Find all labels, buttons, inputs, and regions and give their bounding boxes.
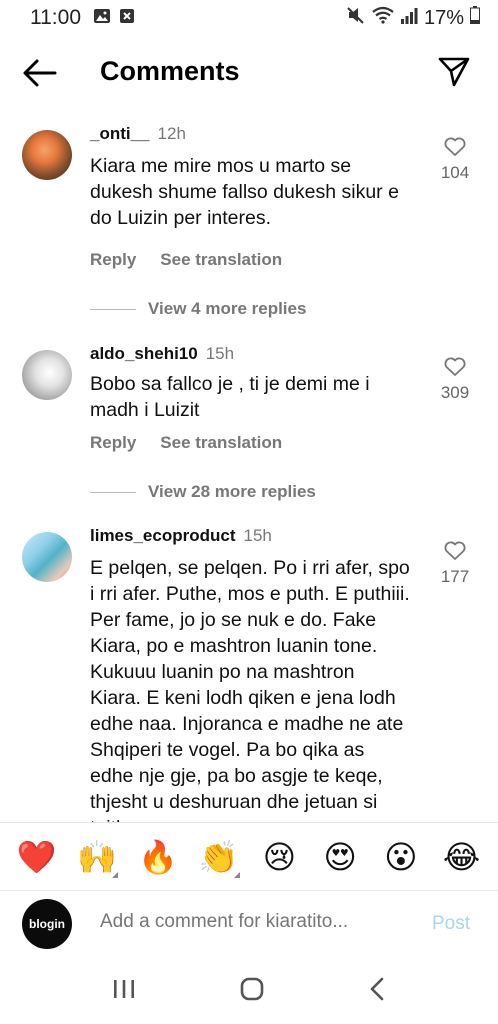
see-translation-button[interactable]: See translation <box>160 250 282 270</box>
system-nav-bar <box>0 958 498 1024</box>
skin-tone-indicator <box>112 871 119 878</box>
heart-icon <box>444 357 466 376</box>
avatar[interactable] <box>22 350 72 400</box>
emoji-laughing[interactable]: 😂 <box>439 838 485 876</box>
comment-item: limes_ecoproduct 15h E pelqen, se pelqen.… <box>0 522 498 822</box>
view-more-replies-button[interactable]: View 28 more replies <box>90 482 316 502</box>
heart-icon <box>444 137 466 156</box>
emoji-raised-hands[interactable]: 🙌 <box>74 838 120 878</box>
comment-input[interactable] <box>100 911 390 933</box>
notification-blocked-icon <box>119 6 135 30</box>
battery-level: 17% <box>423 6 464 29</box>
comment-text: E pelqen, se pelqen. Po i rri afer, spo … <box>90 557 410 822</box>
avatar[interactable] <box>22 130 72 180</box>
comment-actions: Reply See translation <box>90 433 282 453</box>
mute-icon <box>346 6 366 30</box>
comment-time: 15h <box>205 344 235 363</box>
status-time: 11:00 <box>30 6 81 29</box>
comment-actions: Reply See translation <box>90 250 282 270</box>
share-send-icon[interactable] <box>437 54 473 90</box>
like-count: 309 <box>440 383 470 402</box>
recent-apps-icon[interactable] <box>112 978 136 1005</box>
header: Comments <box>0 44 498 102</box>
comment-username[interactable]: aldo_shehi10 15h <box>90 344 234 364</box>
see-translation-button[interactable]: See translation <box>160 433 282 453</box>
comment-username[interactable]: _onti__ 12h <box>90 124 186 144</box>
emoji-heart[interactable]: ❤️ <box>13 838 59 876</box>
home-icon[interactable] <box>239 976 265 1007</box>
emoji-heart-eyes[interactable]: 😍 <box>317 838 363 876</box>
page-title: Comments <box>100 56 240 86</box>
like-control[interactable]: 309 <box>434 357 476 403</box>
view-more-replies-button[interactable]: View 4 more replies <box>90 299 306 319</box>
comment-time: 12h <box>157 124 186 143</box>
reply-button[interactable]: Reply <box>90 433 136 453</box>
comment-item: _onti__ 12h Kiara me mire mos u marto se … <box>0 120 498 330</box>
my-avatar: blogin <box>22 899 72 949</box>
gallery-icon <box>93 6 111 30</box>
like-control[interactable]: 177 <box>434 541 476 587</box>
status-right: 17% <box>346 6 480 30</box>
comment-composer: blogin Post <box>0 890 498 958</box>
battery-icon <box>470 6 480 30</box>
comment-item: aldo_shehi10 15h Bobo sa fallco je , ti j… <box>0 340 498 510</box>
comment-text: Bobo sa fallco je , ti je demi me i madh… <box>90 373 370 421</box>
emoji-crying[interactable]: 😢 <box>256 838 302 876</box>
emoji-fire[interactable]: 🔥 <box>135 838 181 876</box>
signal-icon <box>400 7 418 30</box>
like-count: 177 <box>440 567 470 586</box>
like-control[interactable]: 104 <box>434 137 476 183</box>
emoji-clapping[interactable]: 👏 <box>196 838 242 878</box>
emoji-quick-bar: ❤️ 🙌 🔥 👏 😢 😍 😮 😂 <box>0 822 498 890</box>
back-arrow-icon[interactable] <box>22 57 58 89</box>
like-count: 104 <box>440 163 470 182</box>
divider <box>90 308 136 310</box>
status-bar: 11:00 17% <box>0 0 498 36</box>
heart-icon <box>444 541 466 560</box>
back-nav-icon[interactable] <box>368 976 386 1007</box>
skin-tone-indicator <box>233 871 240 878</box>
comment-username[interactable]: limes_ecoproduct 15h <box>90 526 272 546</box>
emoji-surprised[interactable]: 😮 <box>378 838 424 876</box>
avatar[interactable] <box>22 532 72 582</box>
divider <box>90 491 136 493</box>
reply-button[interactable]: Reply <box>90 250 136 270</box>
comment-text: Kiara me mire mos u marto se dukesh shum… <box>90 155 399 229</box>
wifi-icon <box>372 6 394 30</box>
comment-time: 15h <box>243 526 272 545</box>
post-button[interactable]: Post <box>432 913 470 935</box>
